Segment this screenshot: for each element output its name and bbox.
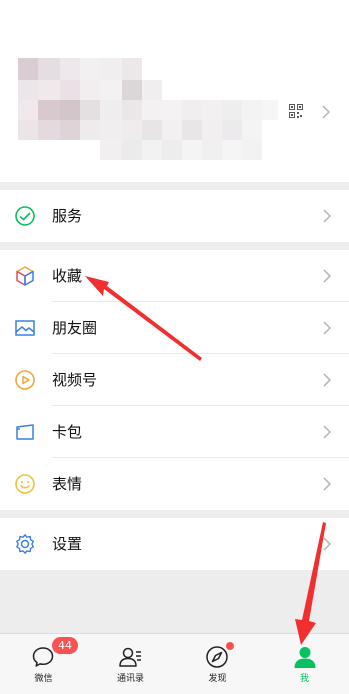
new-content-dot [226, 642, 234, 650]
tab-contacts[interactable]: 通讯录 [87, 634, 174, 694]
menu-item-settings[interactable]: 设置 [0, 518, 349, 570]
gear-icon [16, 534, 35, 554]
menu-item-favorites[interactable]: 收藏 [0, 250, 349, 302]
chevron-right-icon [323, 425, 331, 439]
menu-item-stickers[interactable]: 表情 [0, 458, 349, 510]
menu-label-channels: 视频号 [52, 371, 98, 389]
menu-item-services[interactable]: 服务 [0, 190, 349, 242]
chevron-right-icon [322, 105, 330, 119]
tab-label-me: 我 [299, 674, 309, 684]
tab-label-contacts: 通讯录 [116, 674, 144, 684]
menu-label-services: 服务 [52, 207, 83, 225]
tab-chats[interactable]: 44 微信 [0, 634, 87, 694]
menu-label-settings: 设置 [52, 535, 83, 553]
me-person-icon [294, 647, 316, 668]
tab-discover[interactable]: 发现 [174, 634, 261, 694]
favorites-cube-icon [16, 266, 34, 286]
tab-me[interactable]: 我 [261, 634, 348, 694]
menu-item-cards[interactable]: 卡包 [0, 406, 349, 458]
chevron-right-icon [323, 537, 331, 551]
chevron-right-icon [323, 209, 331, 223]
menu-item-moments[interactable]: 朋友圈 [0, 302, 349, 354]
chevron-right-icon [323, 269, 331, 283]
menu-label-cards: 卡包 [52, 423, 83, 441]
menu-label-moments: 朋友圈 [52, 319, 98, 337]
unread-badge: 44 [52, 637, 78, 654]
chevron-right-icon [323, 477, 331, 491]
contacts-person-icon [119, 647, 141, 667]
tab-label-chats: 微信 [34, 674, 53, 684]
channels-play-icon [15, 370, 35, 390]
services-icon [15, 206, 35, 226]
chevron-right-icon [323, 321, 331, 335]
profile-header[interactable] [0, 0, 349, 182]
chevron-right-icon [323, 373, 331, 387]
tab-label-discover: 发现 [208, 674, 227, 684]
blurred-profile-info [18, 58, 278, 160]
wallet-card-icon [16, 424, 34, 440]
moments-photo-icon [15, 320, 35, 336]
bottom-tab-bar: 44 微信 通讯录 发现 我 [0, 633, 349, 694]
qr-code-icon[interactable] [289, 104, 303, 118]
menu-item-channels[interactable]: 视频号 [0, 354, 349, 406]
menu-label-favorites: 收藏 [52, 267, 83, 285]
menu-label-stickers: 表情 [52, 475, 83, 493]
smiley-face-icon [15, 474, 35, 494]
